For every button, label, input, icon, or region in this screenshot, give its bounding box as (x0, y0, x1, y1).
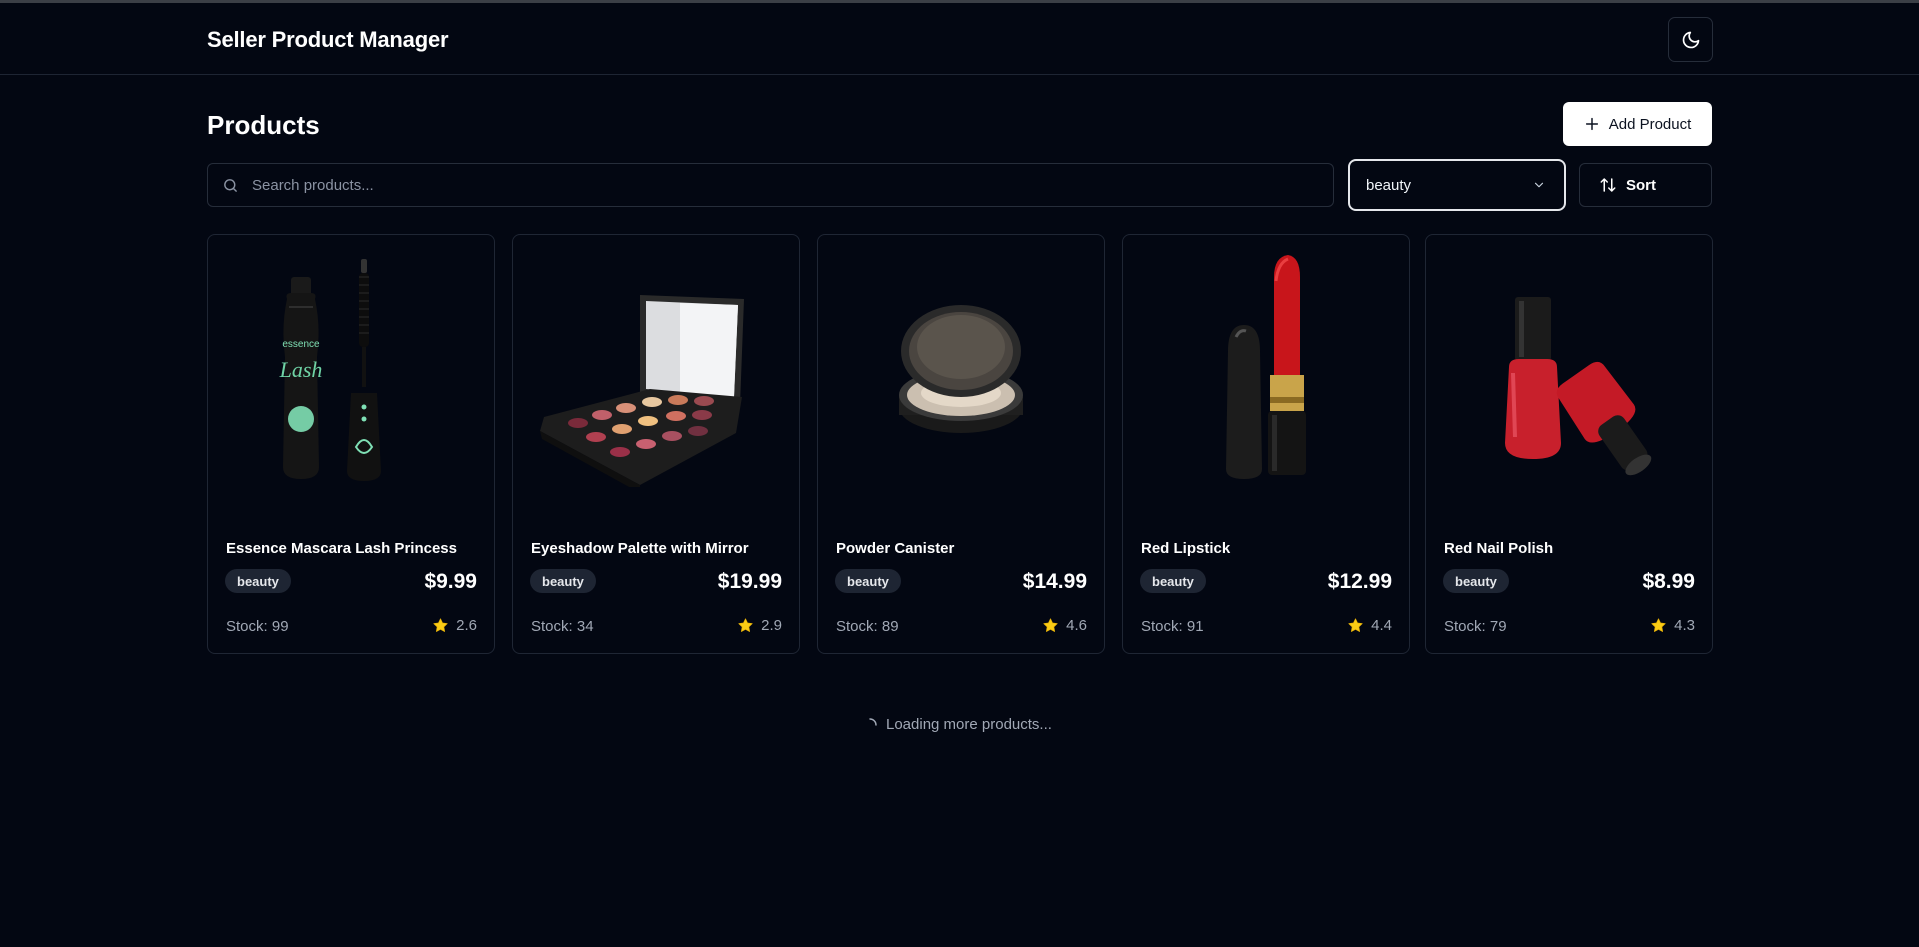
product-name: Red Lipstick (1141, 540, 1231, 557)
category-select[interactable]: beauty (1348, 159, 1566, 211)
svg-text:essence: essence (282, 339, 320, 350)
theme-toggle-button[interactable] (1668, 17, 1713, 62)
loading-indicator: Loading more products... (862, 716, 1052, 733)
product-name: Powder Canister (836, 540, 955, 557)
search-box (207, 163, 1334, 207)
page-title: Products (207, 110, 320, 140)
sort-label: Sort (1626, 176, 1656, 194)
svg-text:Lash: Lash (279, 357, 323, 382)
product-price: $14.99 (1022, 570, 1087, 593)
product-rating: 4.3 (1650, 617, 1695, 634)
product-price: $12.99 (1327, 570, 1392, 593)
rating-value: 4.3 (1674, 617, 1695, 634)
product-name: Red Nail Polish (1444, 540, 1554, 557)
add-product-button[interactable]: Add Product (1563, 102, 1712, 146)
search-input[interactable] (252, 164, 1322, 206)
product-stock: Stock: 34 (531, 618, 594, 635)
product-card[interactable]: Red Nail Polish beauty $8.99 Stock: 79 4… (1425, 234, 1713, 654)
product-stock: Stock: 79 (1444, 618, 1507, 635)
product-stock: Stock: 99 (226, 618, 289, 635)
product-rating: 2.9 (737, 617, 782, 634)
product-rating: 2.6 (432, 617, 477, 634)
star-icon (738, 618, 753, 632)
add-product-label: Add Product (1608, 115, 1692, 133)
category-badge: beauty (835, 569, 901, 593)
rating-value: 2.9 (761, 617, 782, 634)
product-image-powder-canister (835, 247, 1087, 487)
product-price: $19.99 (717, 570, 782, 593)
product-image-eyeshadow-palette (530, 247, 782, 493)
star-icon (1651, 618, 1666, 632)
product-image-nail-polish (1443, 247, 1695, 487)
product-grid: essence Lash Essence Mascara Lash Prince… (207, 234, 1713, 654)
moon-icon (1682, 31, 1699, 48)
star-icon (1043, 618, 1058, 632)
rating-value: 4.6 (1066, 617, 1087, 634)
product-stock: Stock: 91 (1141, 618, 1204, 635)
product-card[interactable]: Powder Canister beauty $14.99 Stock: 89 … (817, 234, 1105, 654)
rating-value: 2.6 (456, 617, 477, 634)
product-card[interactable]: essence Lash Essence Mascara Lash Prince… (207, 234, 495, 654)
search-icon (224, 179, 237, 192)
product-price: $9.99 (424, 570, 477, 593)
spinner-icon (869, 717, 877, 726)
category-badge: beauty (530, 569, 596, 593)
product-rating: 4.4 (1347, 617, 1392, 634)
plus-icon (1585, 117, 1598, 131)
category-select-value: beauty (1366, 176, 1412, 194)
category-badge: beauty (225, 569, 291, 593)
app-title: Seller Product Manager (207, 27, 449, 52)
product-rating: 4.6 (1042, 617, 1087, 634)
rating-value: 4.4 (1371, 617, 1392, 634)
star-icon (433, 618, 448, 632)
sort-arrows-icon (1600, 178, 1616, 192)
star-icon (1348, 618, 1363, 632)
product-name: Eyeshadow Palette with Mirror (531, 540, 749, 557)
loading-text: Loading more products... (886, 716, 1052, 733)
category-badge: beauty (1443, 569, 1509, 593)
sort-button[interactable]: Sort (1579, 163, 1712, 207)
product-image-mascara: essence Lash (225, 247, 477, 487)
product-card[interactable]: Eyeshadow Palette with Mirror beauty $19… (512, 234, 800, 654)
product-card[interactable]: Red Lipstick beauty $12.99 Stock: 91 4.4 (1122, 234, 1410, 654)
category-badge: beauty (1140, 569, 1206, 593)
chevron-down-icon (1534, 182, 1544, 188)
product-image-lipstick (1140, 247, 1392, 487)
product-price: $8.99 (1642, 570, 1695, 593)
product-name: Essence Mascara Lash Princess (226, 540, 457, 557)
product-stock: Stock: 89 (836, 618, 899, 635)
app-header: Seller Product Manager (0, 3, 1919, 75)
